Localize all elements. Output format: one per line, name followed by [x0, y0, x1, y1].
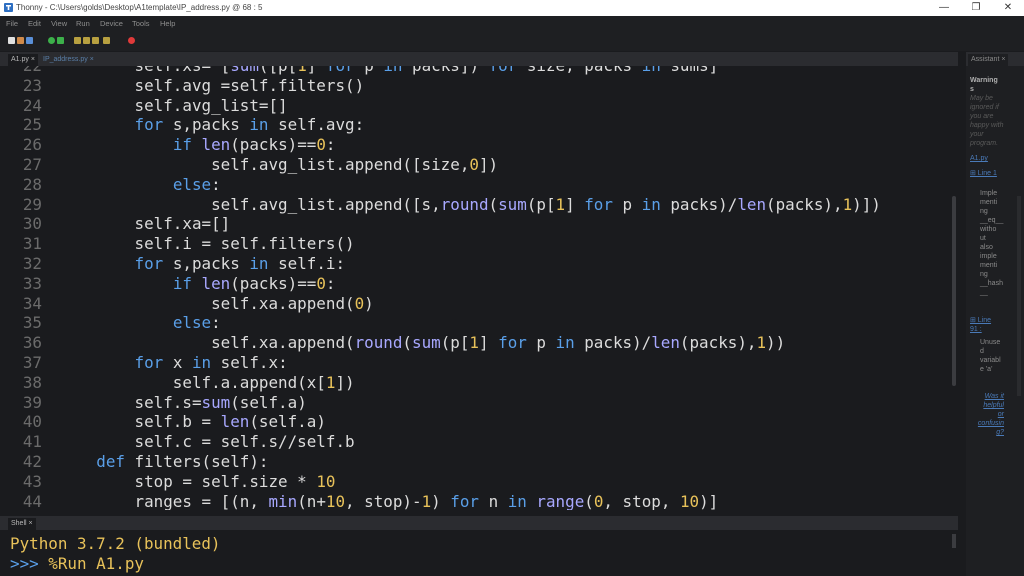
code-line[interactable]: if len(packs)==0:	[58, 274, 336, 294]
stop-icon[interactable]	[128, 37, 135, 44]
line-number: 29	[22, 194, 42, 214]
line-number: 33	[22, 273, 42, 293]
line-number: 26	[22, 135, 42, 155]
code-line[interactable]: else:	[58, 313, 221, 333]
code-line[interactable]: for x in self.x:	[58, 353, 288, 373]
line-number: 25	[22, 115, 42, 135]
shell-scrollbar[interactable]	[952, 534, 956, 548]
line-number: 34	[22, 293, 42, 313]
code-line[interactable]: self.avg =self.filters()	[58, 76, 365, 96]
code-line[interactable]: for s,packs in self.i:	[58, 254, 346, 274]
new-file-icon[interactable]	[8, 37, 15, 44]
assistant-item: Unuse d variabl e 'a'	[980, 339, 1001, 373]
shell-prompt: >>>	[10, 554, 49, 573]
code-line[interactable]: self.s=sum(self.a)	[58, 393, 307, 413]
menu-bar: File Edit View Run Device Tools Help	[0, 16, 1024, 31]
code-line[interactable]: self.xa=[]	[58, 214, 231, 234]
tab-shell[interactable]: Shell ×	[8, 518, 36, 530]
run-icon[interactable]	[48, 37, 55, 44]
minimize-button[interactable]: —	[930, 0, 958, 16]
line-number: 41	[22, 432, 42, 452]
code-area[interactable]: self.xs= [sum([p[1] for p in packs]) for…	[58, 66, 944, 510]
menu-tools[interactable]: Tools	[132, 19, 150, 28]
code-line[interactable]: self.a.append(x[1])	[58, 373, 355, 393]
toolbar	[0, 31, 1024, 51]
code-line[interactable]: else:	[58, 175, 221, 195]
tab-ip-address-py[interactable]: IP_address.py ×	[40, 54, 97, 66]
thonny-logo-icon	[4, 3, 13, 12]
code-line[interactable]: self.avg_list=[]	[58, 96, 288, 116]
assistant-tab-bar: Assistant ×	[966, 52, 1024, 66]
line-number: 35	[22, 313, 42, 333]
line-number: 31	[22, 234, 42, 254]
step-out-icon[interactable]	[92, 37, 99, 44]
title-bar: Thonny - C:\Users\golds\Desktop\A1templa…	[0, 0, 1024, 16]
step-over-icon[interactable]	[74, 37, 81, 44]
editor-tab-bar: A1.py × IP_address.py ×	[0, 52, 958, 66]
line-number: 38	[22, 372, 42, 392]
assistant-scrollbar[interactable]	[1017, 196, 1021, 396]
code-line[interactable]: self.xs= [sum([p[1] for p in packs]) for…	[58, 66, 719, 76]
menu-view[interactable]: View	[51, 19, 67, 28]
save-icon[interactable]	[26, 37, 33, 44]
shell-tab-bar: Shell ×	[0, 516, 958, 530]
menu-file[interactable]: File	[6, 19, 18, 28]
code-line[interactable]: self.avg_list.append([s,round(sum(p[1] f…	[58, 195, 881, 215]
line-number: 23	[22, 75, 42, 95]
menu-edit[interactable]: Edit	[28, 19, 41, 28]
code-line[interactable]: self.avg_list.append([size,0])	[58, 155, 498, 175]
editor-scrollbar[interactable]	[952, 196, 956, 386]
code-line[interactable]: self.c = self.s//self.b	[58, 432, 355, 452]
tab-assistant[interactable]: Assistant ×	[968, 54, 1009, 66]
line-number-gutter: 2223242526272829303132333435363738394041…	[0, 66, 50, 510]
code-line[interactable]: self.i = self.filters()	[58, 234, 355, 254]
maximize-button[interactable]: ❐	[962, 0, 990, 16]
line-number: 24	[22, 95, 42, 115]
line-number: 42	[22, 452, 42, 471]
code-line[interactable]: def filters(self):	[58, 452, 268, 472]
line-number: 43	[22, 471, 42, 491]
line-number: 32	[22, 254, 42, 273]
shell-banner: Python 3.7.2 (bundled)	[10, 534, 221, 553]
line-number: 44	[22, 491, 42, 510]
step-into-icon[interactable]	[83, 37, 90, 44]
line-number: 40	[22, 412, 42, 432]
line-number: 36	[22, 333, 42, 353]
close-button[interactable]: ✕	[994, 0, 1022, 16]
line-number: 27	[22, 155, 42, 174]
line-number: 37	[22, 353, 42, 372]
resume-icon[interactable]	[103, 37, 110, 44]
assistant-item[interactable]: Was it helpful or confusin g?	[978, 392, 1004, 437]
menu-run[interactable]: Run	[76, 19, 90, 28]
code-line[interactable]: if len(packs)==0:	[58, 135, 336, 155]
line-number: 30	[22, 214, 42, 234]
tab-a1-py[interactable]: A1.py ×	[8, 54, 38, 66]
line-number: 22	[2, 66, 42, 76]
assistant-panel: Warning s May be ignored if you are happy…	[966, 66, 1024, 576]
line-number: 28	[22, 174, 42, 194]
assistant-item[interactable]: ⊞ Line 91 :	[970, 316, 991, 334]
debug-icon[interactable]	[57, 37, 64, 44]
assistant-item[interactable]: A1.py	[970, 154, 988, 163]
code-line[interactable]: ranges = [(n, min(n+10, stop)-1) for n i…	[58, 492, 719, 510]
code-line[interactable]: stop = self.size * 10	[58, 472, 336, 492]
code-line[interactable]: self.b = len(self.a)	[58, 412, 326, 432]
line-number: 39	[22, 392, 42, 412]
code-line[interactable]: for s,packs in self.avg:	[58, 115, 365, 135]
open-file-icon[interactable]	[17, 37, 24, 44]
shell-panel[interactable]: Python 3.7.2 (bundled) >>> %Run A1.py	[0, 530, 958, 576]
menu-device[interactable]: Device	[100, 19, 123, 28]
code-line[interactable]: self.xa.append(0)	[58, 294, 374, 314]
assistant-item[interactable]: ⊞ Line 1	[970, 169, 997, 178]
menu-help[interactable]: Help	[160, 19, 175, 28]
shell-command: %Run A1.py	[48, 554, 144, 573]
shell-command-line[interactable]: >>> %Run A1.py	[10, 554, 144, 574]
assistant-item: May be ignored if you are happy with you…	[970, 95, 1004, 147]
assistant-item: Imple menti ng __eq__ witho ut also impl…	[980, 190, 1004, 296]
window-title: Thonny - C:\Users\golds\Desktop\A1templa…	[16, 3, 263, 12]
code-line[interactable]: self.xa.append(round(sum(p[1] for p in p…	[58, 333, 785, 353]
code-editor[interactable]: 2223242526272829303132333435363738394041…	[0, 66, 958, 510]
assistant-item: Warning s	[970, 77, 998, 93]
